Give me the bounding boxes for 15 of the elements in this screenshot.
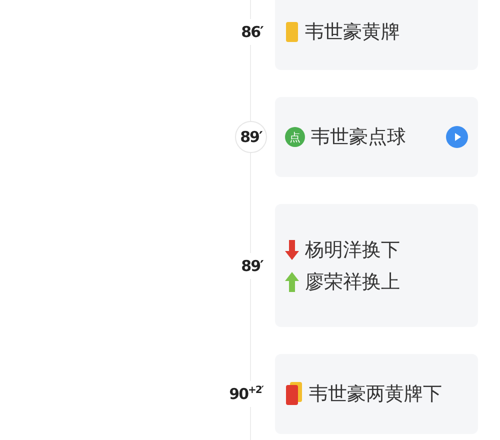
minute-label: 90$^{+2′}$ [229,381,263,407]
card-icon [285,21,299,43]
down-arrow-icon [285,238,299,260]
minute-label: 86′ [241,19,263,45]
event-text: 廖荣祥换上 [305,270,400,294]
event-text: 韦世豪两黄牌下 [309,382,442,407]
event-text: 杨明洋换下 [305,238,400,262]
event-text: 韦世豪黄牌 [305,20,400,45]
up-arrow-icon [285,270,299,292]
play-icon[interactable] [446,126,468,148]
event-text: 韦世豪点球 [311,125,406,150]
penalty-icon: 点 [285,127,305,147]
two-cards-icon [285,382,303,406]
minute-label: 89′ [235,121,267,153]
minute-label: 89′ [241,252,263,278]
